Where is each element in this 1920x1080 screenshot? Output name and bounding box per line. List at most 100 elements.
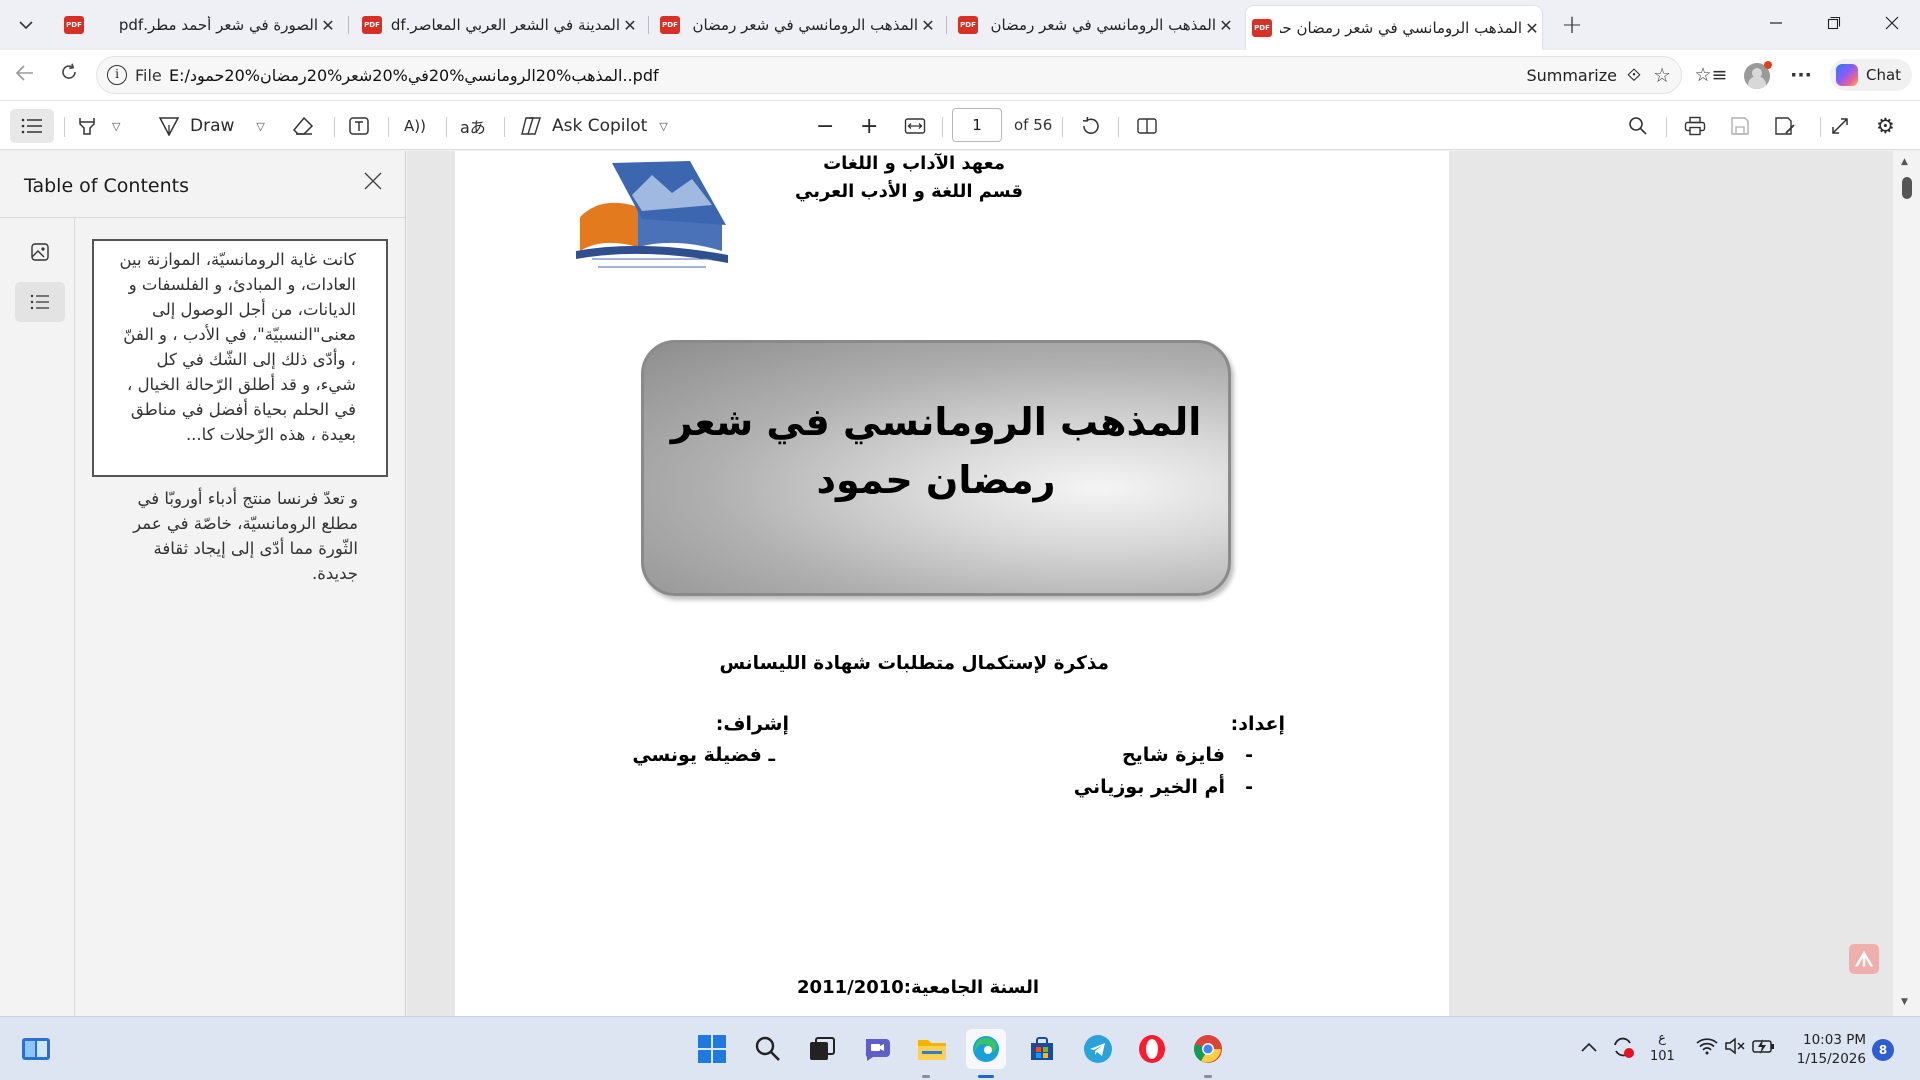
battery-button[interactable]: [1752, 1036, 1776, 1061]
running-indicator: [922, 1075, 930, 1078]
input-language-indicator[interactable]: ع 101: [1650, 1030, 1675, 1066]
restore-icon: [1827, 16, 1841, 30]
store-bag-icon: [1031, 1037, 1053, 1060]
network-button[interactable]: [1696, 1037, 1718, 1060]
thumbnails-button[interactable]: [15, 232, 65, 272]
zoom-in-button[interactable]: +: [860, 109, 878, 143]
add-text-button[interactable]: [348, 109, 370, 143]
draw-button[interactable]: Draw ▽: [158, 109, 265, 143]
show-hidden-icons-button[interactable]: [1580, 1037, 1598, 1058]
site-info-icon[interactable]: i: [107, 65, 127, 85]
zoom-out-button[interactable]: −: [816, 109, 834, 143]
chevron-down-icon[interactable]: ▽: [659, 120, 667, 133]
scroll-up-arrow-icon[interactable]: ▲: [1901, 157, 1908, 167]
back-button[interactable]: [8, 59, 42, 91]
minimize-icon: [1770, 22, 1782, 24]
telegram-button[interactable]: [1078, 1029, 1118, 1069]
favorites-button[interactable]: ☆≡: [1694, 59, 1728, 91]
tab-5-active[interactable]: PDF المذهب الرومانسي في شعر رمضان حمود ✕: [1246, 6, 1542, 50]
find-button[interactable]: [1628, 109, 1648, 143]
adobe-acrobat-icon[interactable]: ᗑ: [1849, 944, 1879, 974]
copilot-chat-button[interactable]: Chat: [1830, 59, 1912, 91]
translate-button[interactable]: aあ: [460, 109, 486, 143]
close-tab-icon[interactable]: ✕: [1522, 19, 1542, 38]
tab-2[interactable]: PDF المدينة في الشعر العربي المعاصر.pdf …: [356, 8, 640, 42]
table-of-contents-toggle[interactable]: [10, 109, 54, 143]
close-window-button[interactable]: [1872, 10, 1912, 40]
chat-label: Chat: [1866, 66, 1902, 84]
read-aloud-button[interactable]: A)): [404, 109, 426, 143]
pdf-file-icon: PDF: [362, 16, 382, 34]
chrome-icon: [1194, 1035, 1222, 1063]
file-explorer-button[interactable]: [912, 1029, 952, 1069]
close-tab-icon[interactable]: ✕: [1216, 16, 1236, 35]
full-screen-button[interactable]: [1830, 109, 1850, 143]
vertical-scrollbar[interactable]: ▲ ▼: [1893, 151, 1920, 1016]
search-button[interactable]: [748, 1029, 788, 1069]
toolbar-divider: [64, 117, 65, 137]
microsoft-store-button[interactable]: [1022, 1029, 1062, 1069]
highlight-button[interactable]: ▽: [76, 109, 120, 143]
teams-meet-button[interactable]: [858, 1029, 898, 1069]
chrome-browser-button[interactable]: [1188, 1029, 1228, 1069]
new-tab-button[interactable]: +: [1556, 10, 1588, 42]
student-dash: -: [1245, 744, 1253, 766]
close-tab-icon[interactable]: ✕: [918, 16, 938, 35]
edge-browser-button[interactable]: [966, 1029, 1006, 1069]
chevron-up-icon: [1581, 1042, 1597, 1052]
running-indicator: [1204, 1075, 1212, 1078]
pdf-viewport[interactable]: معهد الآداب و اللغات قسم اللغة و الأدب ا…: [407, 151, 1893, 1016]
close-tab-icon[interactable]: ✕: [318, 16, 338, 35]
notification-badge[interactable]: 8: [1872, 1039, 1894, 1061]
chevron-down-icon[interactable]: ▽: [256, 120, 264, 133]
copilot-summarize-icon[interactable]: ⟐: [1627, 65, 1641, 86]
start-button[interactable]: [692, 1029, 732, 1069]
refresh-icon: [62, 63, 76, 79]
tab-1[interactable]: PDF الصورة في شعر أحمد مطر.pdf ✕: [58, 8, 338, 42]
close-panel-button[interactable]: [358, 167, 388, 197]
tab-actions-menu-button[interactable]: [8, 8, 44, 42]
address-bar[interactable]: i File E:/المذهب%20الرومانسي%20في%20شعر%…: [96, 56, 1682, 94]
toc-entry-2[interactable]: و تعدّ فرنسا منتج أدباء أوروبّا في مطلع …: [92, 480, 388, 592]
toolbar-divider: [1118, 117, 1119, 137]
restore-button[interactable]: [1814, 10, 1854, 40]
scrollbar-thumb[interactable]: [1902, 177, 1912, 199]
expand-icon: [1832, 118, 1848, 134]
page-view-button[interactable]: [1136, 109, 1158, 143]
pdf-file-icon: PDF: [958, 16, 978, 34]
close-tab-icon[interactable]: ✕: [620, 16, 640, 35]
favorite-star-icon[interactable]: ☆: [1653, 63, 1671, 87]
page-number-input[interactable]: 1: [952, 108, 1002, 142]
opera-browser-button[interactable]: [1132, 1029, 1172, 1069]
volume-muted-icon: [1725, 1037, 1745, 1055]
chevron-down-icon[interactable]: ▽: [112, 120, 120, 133]
tab-3[interactable]: PDF المذهب الرومانسي في شعر رمضان حمود ✕: [654, 8, 938, 42]
language-script: ع: [1658, 1031, 1666, 1046]
save-as-button[interactable]: [1774, 109, 1796, 143]
task-view-button[interactable]: [802, 1029, 842, 1069]
more-menu-button[interactable]: ···: [1784, 59, 1818, 91]
table-of-contents-panel: Table of Contents كانت غاية الرومانسيّة،…: [0, 151, 406, 1016]
summarize-button[interactable]: Summarize: [1526, 66, 1617, 85]
fit-width-icon: [904, 118, 926, 134]
fit-to-width-button[interactable]: [904, 109, 926, 143]
tab-4[interactable]: PDF المذهب الرومانسي في شعر رمضان حمود ✕: [952, 8, 1236, 42]
scroll-down-arrow-icon[interactable]: ▼: [1901, 997, 1908, 1007]
print-button[interactable]: [1684, 109, 1706, 143]
search-icon: [1629, 117, 1647, 135]
refresh-button[interactable]: [52, 59, 86, 91]
toc-entry-1[interactable]: كانت غاية الرومانسيّة، الموازنة بين العا…: [92, 239, 388, 477]
erase-button[interactable]: [292, 109, 314, 143]
contents-list-button[interactable]: [15, 282, 65, 322]
save-button[interactable]: [1730, 109, 1750, 143]
volume-button[interactable]: [1724, 1037, 1746, 1060]
minimize-button[interactable]: [1756, 10, 1796, 40]
settings-button[interactable]: ⚙: [1876, 109, 1895, 143]
widgets-button[interactable]: [16, 1029, 56, 1069]
pdf-file-icon: PDF: [660, 16, 680, 34]
sync-status-button[interactable]: [1610, 1034, 1636, 1065]
system-clock[interactable]: 10:03 PM 1/15/2026: [1786, 1031, 1866, 1069]
url-text[interactable]: E:/المذهب%20الرومانسي%20في%20شعر%20رمضان…: [169, 66, 659, 85]
rotate-button[interactable]: [1080, 109, 1102, 143]
ask-copilot-button[interactable]: Ask Copilot ▽: [520, 109, 668, 143]
